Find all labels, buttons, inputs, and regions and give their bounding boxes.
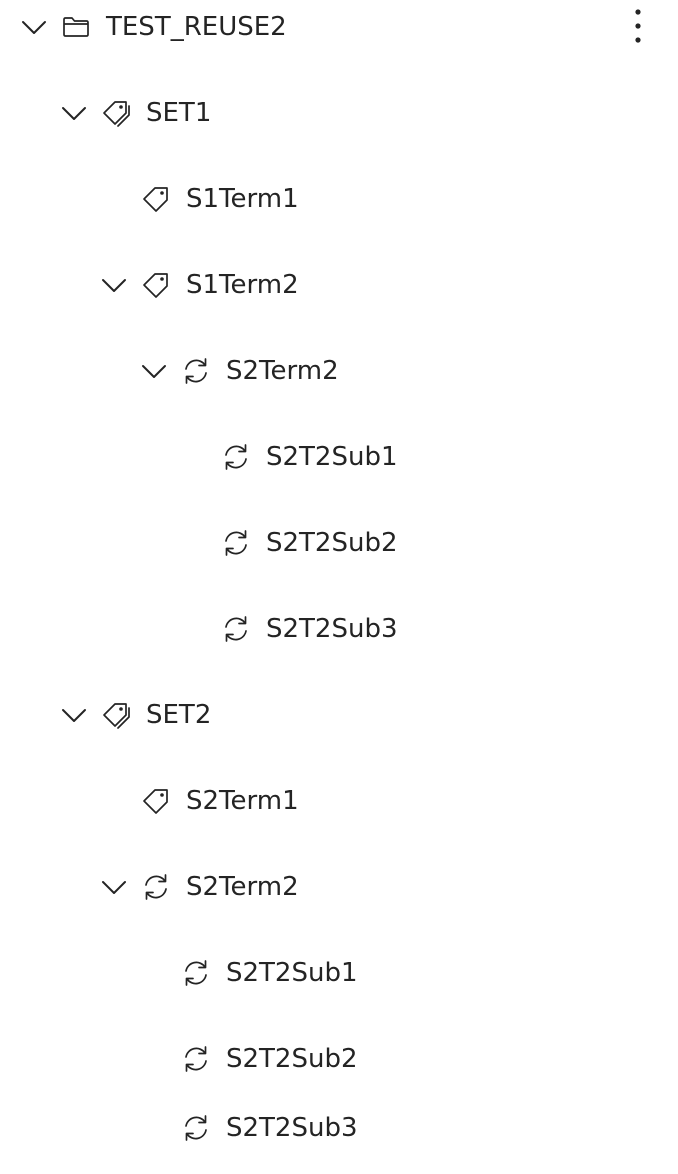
tree-item-label: SET2 bbox=[146, 700, 212, 730]
tag-icon bbox=[141, 184, 171, 214]
tree-item-set2[interactable]: SET2 bbox=[0, 672, 678, 758]
tree-item-label: S2Term2 bbox=[226, 356, 339, 386]
sync-icon bbox=[181, 958, 211, 988]
chevron-down-icon[interactable] bbox=[101, 874, 127, 900]
chevron-down-icon[interactable] bbox=[101, 272, 127, 298]
sync-icon bbox=[221, 528, 251, 558]
chevron-down-icon[interactable] bbox=[21, 14, 47, 40]
sync-icon bbox=[221, 442, 251, 472]
folder-icon bbox=[61, 12, 91, 42]
sync-icon bbox=[181, 356, 211, 386]
tree-item-s2term2-reused[interactable]: S2Term2 bbox=[0, 328, 678, 414]
tag-icon bbox=[141, 270, 171, 300]
tree-item-label: S2T2Sub2 bbox=[266, 528, 398, 558]
tags-icon bbox=[101, 98, 131, 128]
tree-item-set1[interactable]: SET1 bbox=[0, 70, 678, 156]
tree-item-s2t2sub2-reused[interactable]: S2T2Sub2 bbox=[0, 500, 678, 586]
more-vertical-icon[interactable] bbox=[624, 8, 652, 44]
tree-item-label: S2T2Sub1 bbox=[226, 958, 358, 988]
tree-item-s1term1[interactable]: S1Term1 bbox=[0, 156, 678, 242]
tree-item-s2t2sub3[interactable]: S2T2Sub3 bbox=[0, 1088, 678, 1168]
tree-item-s2t2sub3-reused[interactable]: S2T2Sub3 bbox=[0, 586, 678, 672]
tags-icon bbox=[101, 700, 131, 730]
sync-icon bbox=[181, 1044, 211, 1074]
tree-root-row[interactable]: TEST_REUSE2 bbox=[0, 0, 678, 70]
tag-icon bbox=[141, 786, 171, 816]
tree-item-label: S1Term1 bbox=[186, 184, 299, 214]
tree-item-label: S2Term1 bbox=[186, 786, 299, 816]
chevron-down-icon[interactable] bbox=[61, 100, 87, 126]
tree-item-s2term1[interactable]: S2Term1 bbox=[0, 758, 678, 844]
chevron-down-icon[interactable] bbox=[141, 358, 167, 384]
tree-item-s2t2sub1-reused[interactable]: S2T2Sub1 bbox=[0, 414, 678, 500]
tree-item-label: S1Term2 bbox=[186, 270, 299, 300]
sync-icon bbox=[141, 872, 171, 902]
tree-item-s1term2[interactable]: S1Term2 bbox=[0, 242, 678, 328]
tree-item-label: S2T2Sub1 bbox=[266, 442, 398, 472]
tree-item-label: SET1 bbox=[146, 98, 212, 128]
tree-item-label: S2T2Sub2 bbox=[226, 1044, 358, 1074]
sync-icon bbox=[181, 1113, 211, 1143]
tree-item-s2t2sub1[interactable]: S2T2Sub1 bbox=[0, 930, 678, 1016]
tree-root-label: TEST_REUSE2 bbox=[106, 12, 287, 42]
sync-icon bbox=[221, 614, 251, 644]
tree-item-label: S2T2Sub3 bbox=[266, 614, 398, 644]
tree-item-label: S2Term2 bbox=[186, 872, 299, 902]
tree-item-s2term2[interactable]: S2Term2 bbox=[0, 844, 678, 930]
tree-item-label: S2T2Sub3 bbox=[226, 1113, 358, 1143]
chevron-down-icon[interactable] bbox=[61, 702, 87, 728]
